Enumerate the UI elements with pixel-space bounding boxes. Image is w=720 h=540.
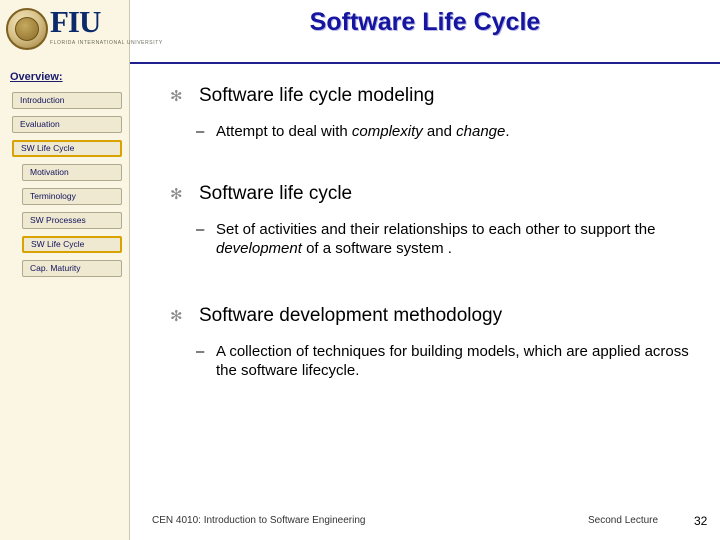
university-seal-icon — [6, 8, 48, 50]
sidebar-item-sw-processes[interactable]: SW Processes — [22, 212, 122, 229]
sub-bullet-1-1-prefix: Attempt to deal with — [216, 123, 352, 140]
sidebar-item-introduction[interactable]: Introduction — [12, 92, 122, 109]
asterisk-bullet-icon: ✻ — [170, 186, 183, 203]
sub-bullet-3-1: – A collection of techniques for buildin… — [196, 342, 701, 380]
sidebar-item-cap-maturity[interactable]: Cap. Maturity — [22, 260, 122, 277]
sub-bullet-1-1-middle: and — [422, 123, 457, 140]
sidebar: Overview: Introduction Evaluation SW Lif… — [0, 62, 130, 540]
bullet-2-text: Software life cycle — [199, 183, 353, 204]
footer-lecture-label: Second Lecture — [588, 515, 659, 526]
sub-bullet-2-1-text: Set of activities and their relationship… — [216, 220, 696, 258]
sidebar-title: Overview: — [10, 71, 63, 83]
sub-bullet-1-1: – Attempt to deal with complexity and ch… — [196, 122, 696, 141]
dash-bullet-icon: – — [196, 221, 205, 238]
asterisk-bullet-icon: ✻ — [170, 308, 183, 325]
sub-bullet-1-1-text: Attempt to deal with complexity and chan… — [216, 122, 696, 141]
footer-page-number: 32 — [694, 514, 708, 528]
sub-bullet-2-1-middle: of a software system . — [301, 240, 452, 257]
dash-bullet-icon: – — [196, 123, 205, 140]
sub-bullet-2-1-prefix: Set of activities and their relationship… — [216, 221, 656, 238]
logo-text: FIU — [50, 4, 101, 39]
bullet-item-2: ✻ Software life cycle — [170, 182, 700, 206]
sidebar-item-terminology[interactable]: Terminology — [22, 188, 122, 205]
sub-bullet-1-1-suffix: . — [505, 123, 510, 140]
slide-body: ✻ Software life cycle modeling – Attempt… — [130, 62, 720, 540]
sub-bullet-3-1-text: A collection of techniques for building … — [216, 343, 689, 379]
university-logo: FIU FLORIDA INTERNATIONAL UNIVERSITY — [4, 4, 162, 56]
sidebar-item-sw-life-cycle-sub[interactable]: SW Life Cycle — [22, 236, 122, 253]
slide: FIU FLORIDA INTERNATIONAL UNIVERSITY Sof… — [0, 0, 720, 540]
dash-bullet-icon: – — [196, 343, 205, 360]
sidebar-item-evaluation[interactable]: Evaluation — [12, 116, 122, 133]
slide-header: FIU FLORIDA INTERNATIONAL UNIVERSITY Sof… — [0, 0, 720, 64]
sidebar-item-sw-life-cycle[interactable]: SW Life Cycle — [12, 140, 122, 157]
logo-subtitle: FLORIDA INTERNATIONAL UNIVERSITY — [50, 40, 163, 46]
footer-course-label: CEN 4010: Introduction to Software Engin… — [152, 515, 366, 526]
sub-bullet-2-1-italic1: development — [216, 240, 302, 257]
sidebar-nav-list: Introduction Evaluation SW Life Cycle Mo… — [12, 92, 122, 284]
sub-bullet-2-1: – Set of activities and their relationsh… — [196, 220, 696, 258]
bullet-1-text: Software life cycle modeling — [199, 85, 435, 106]
sub-bullet-1-1-italic1: complexity — [351, 123, 423, 140]
header-logo-band: FIU FLORIDA INTERNATIONAL UNIVERSITY — [0, 0, 162, 62]
bullet-item-3: ✻ Software development methodology — [170, 304, 710, 328]
sub-bullet-1-1-italic2: change — [456, 123, 506, 140]
asterisk-bullet-icon: ✻ — [170, 88, 183, 105]
bullet-item-1: ✻ Software life cycle modeling — [170, 84, 700, 108]
sidebar-item-motivation[interactable]: Motivation — [22, 164, 122, 181]
page-title: Software Life Cycle — [309, 8, 541, 36]
bullet-3-text: Software development methodology — [199, 305, 503, 326]
